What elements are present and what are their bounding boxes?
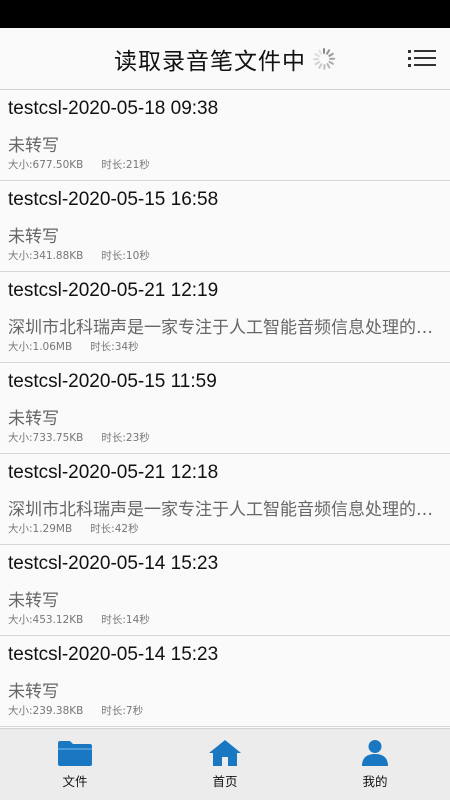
recording-meta: 大小:453.12KB 时长:14秒 — [8, 612, 150, 627]
recording-summary: 未转写 — [8, 227, 59, 247]
app-header: 读取录音笔文件中 — [0, 28, 450, 90]
status-bar — [0, 0, 450, 28]
recording-title: testcsl-2020-05-21 12:18 — [8, 462, 219, 483]
tab-home-label: 首页 — [212, 774, 238, 789]
recording-list-item[interactable]: testcsl-2020-05-14 15:23 未转写 大小:239.38KB… — [0, 636, 450, 727]
recording-list: testcsl-2020-05-18 09:38 未转写 大小:677.50KB… — [0, 90, 450, 728]
recording-title: testcsl-2020-05-14 15:23 — [8, 644, 219, 665]
recording-duration: 时长:34秒 — [90, 341, 139, 353]
tab-mine-label: 我的 — [362, 774, 388, 789]
recording-meta: 大小:677.50KB 时长:21秒 — [8, 157, 150, 172]
recording-size: 大小:733.75KB — [8, 432, 84, 444]
recording-duration: 时长:21秒 — [101, 159, 150, 171]
recording-summary: 深圳市北科瑞声是一家专注于人工智能音频信息处理的公司 — [8, 500, 444, 520]
recording-summary: 未转写 — [8, 591, 59, 611]
recording-list-item[interactable]: testcsl-2020-05-21 12:18 深圳市北科瑞声是一家专注于人工… — [0, 454, 450, 545]
list-menu-button[interactable] — [408, 49, 436, 69]
recording-list-item[interactable]: testcsl-2020-05-14 15:23 未转写 大小:453.12KB… — [0, 545, 450, 636]
recording-title: testcsl-2020-05-14 15:23 — [8, 553, 219, 574]
user-icon — [362, 740, 388, 766]
header-title-wrap: 读取录音笔文件中 — [0, 28, 450, 90]
recording-title: testcsl-2020-05-18 09:38 — [8, 98, 219, 119]
recording-duration: 时长:42秒 — [90, 523, 139, 535]
menu-line — [408, 50, 436, 53]
recording-meta: 大小:733.75KB 时长:23秒 — [8, 430, 150, 445]
recording-size: 大小:239.38KB — [8, 705, 84, 717]
recording-summary: 未转写 — [8, 136, 59, 156]
recording-summary: 深圳市北科瑞声是一家专注于人工智能音频信息处理的公司 — [8, 318, 444, 338]
recording-size: 大小:1.06MB — [8, 341, 73, 353]
recording-list-item[interactable]: testcsl-2020-05-18 09:38 未转写 大小:677.50KB… — [0, 90, 450, 181]
recording-duration: 时长:7秒 — [101, 705, 144, 717]
loading-spinner-icon — [312, 47, 336, 71]
home-icon — [209, 740, 241, 766]
recording-title: testcsl-2020-05-21 12:19 — [8, 280, 219, 301]
recording-size: 大小:453.12KB — [8, 614, 84, 626]
recording-meta: 大小:1.06MB 时长:34秒 — [8, 339, 139, 354]
recording-size: 大小:1.29MB — [8, 523, 73, 535]
tab-files[interactable]: 文件 — [0, 729, 150, 800]
recording-title: testcsl-2020-05-15 11:59 — [8, 371, 217, 392]
recording-list-item[interactable]: testcsl-2020-05-15 11:59 未转写 大小:733.75KB… — [0, 363, 450, 454]
recording-meta: 大小:341.88KB 时长:10秒 — [8, 248, 150, 263]
recording-duration: 时长:14秒 — [101, 614, 150, 626]
recording-summary: 未转写 — [8, 682, 59, 702]
menu-line — [408, 64, 436, 67]
recording-size: 大小:341.88KB — [8, 250, 84, 262]
folder-icon — [58, 741, 92, 766]
recording-summary: 未转写 — [8, 409, 59, 429]
recording-meta: 大小:1.29MB 时长:42秒 — [8, 521, 139, 536]
recording-size: 大小:677.50KB — [8, 159, 84, 171]
bottom-tab-bar: 文件 首页 我的 — [0, 728, 450, 800]
tab-files-label: 文件 — [62, 774, 88, 789]
page-title: 读取录音笔文件中 — [114, 49, 306, 75]
menu-line — [408, 57, 436, 60]
tab-mine[interactable]: 我的 — [300, 729, 450, 800]
tab-home[interactable]: 首页 — [150, 729, 300, 800]
recording-list-item[interactable]: testcsl-2020-05-21 12:19 深圳市北科瑞声是一家专注于人工… — [0, 272, 450, 363]
recording-meta: 大小:239.38KB 时长:7秒 — [8, 703, 143, 718]
recording-title: testcsl-2020-05-15 16:58 — [8, 189, 219, 210]
recording-duration: 时长:23秒 — [101, 432, 150, 444]
recording-list-item[interactable]: testcsl-2020-05-15 16:58 未转写 大小:341.88KB… — [0, 181, 450, 272]
recording-duration: 时长:10秒 — [101, 250, 150, 262]
